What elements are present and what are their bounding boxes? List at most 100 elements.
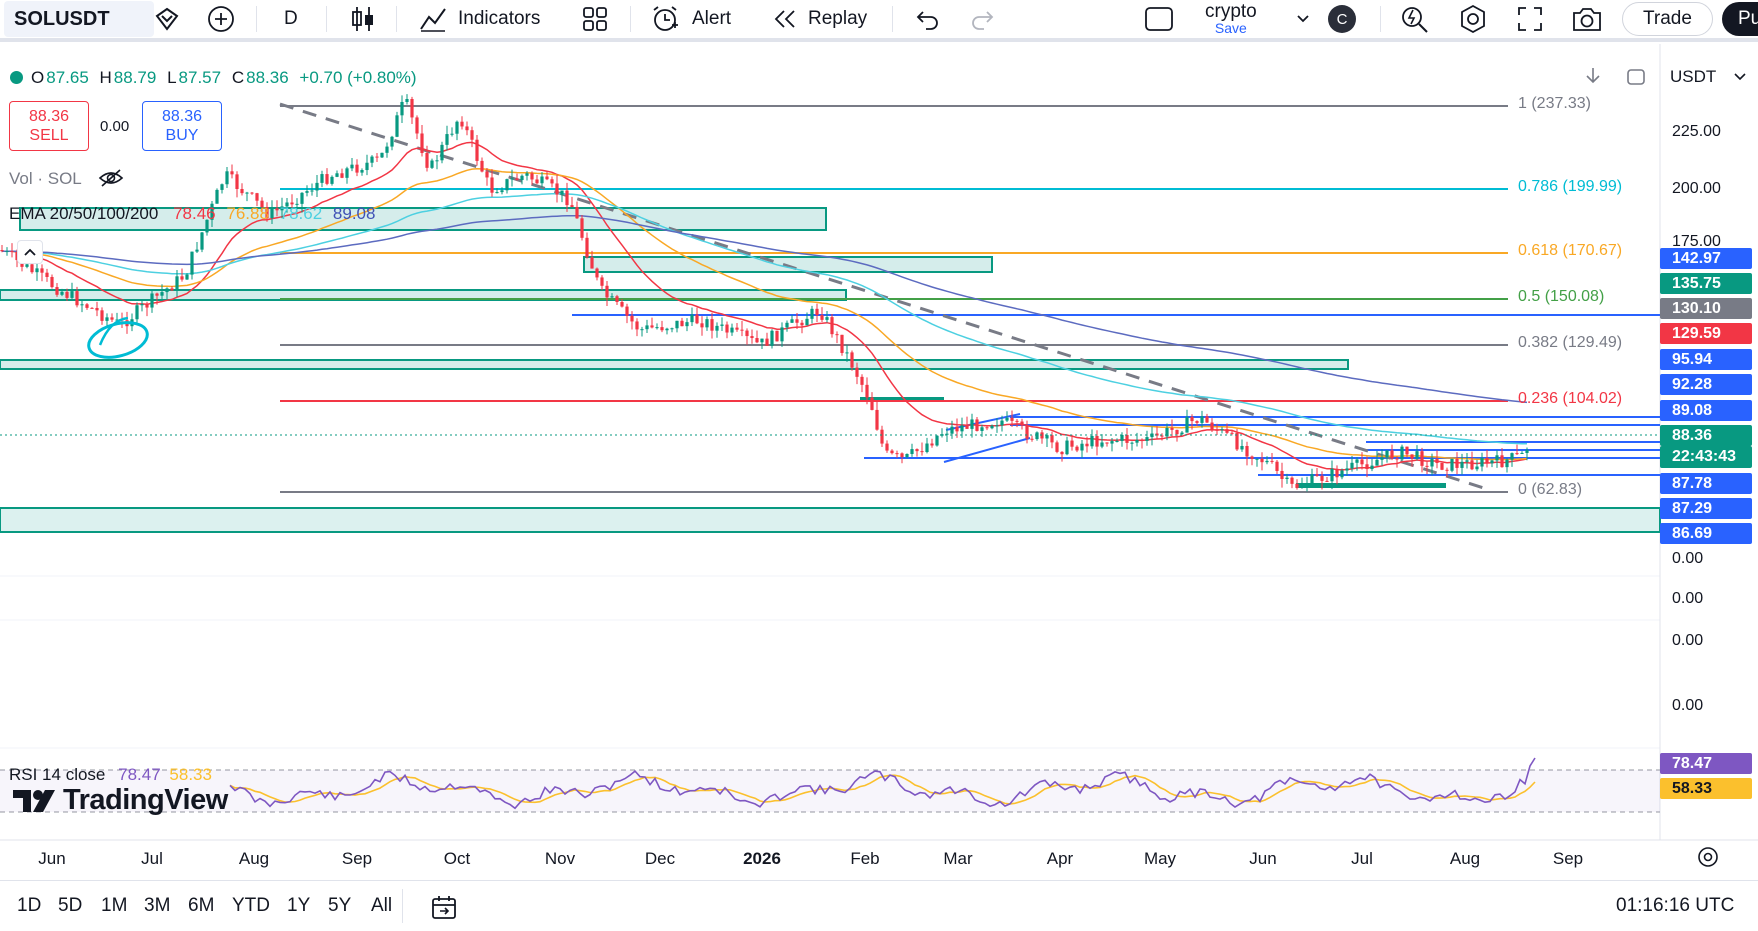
redo-icon[interactable] xyxy=(970,0,996,38)
templates-icon[interactable] xyxy=(582,0,608,38)
currency-chevron-down-icon xyxy=(1734,73,1746,81)
range-button-6m[interactable]: 6M xyxy=(188,895,214,917)
bar-countdown-label: 22:43:43 xyxy=(1660,446,1752,468)
price-axis-label: 129.59 xyxy=(1660,323,1752,344)
time-tick: Apr xyxy=(1047,849,1074,868)
range-button-1m[interactable]: 1M xyxy=(101,895,127,917)
time-tick: Jul xyxy=(141,849,163,868)
fib-level-label: 0.382 (129.49) xyxy=(1518,334,1623,351)
layout-name-button[interactable]: crypto Save xyxy=(1205,1,1257,39)
quick-search-lightning-icon[interactable] xyxy=(1400,0,1430,38)
publish-button[interactable]: Pu xyxy=(1722,2,1758,36)
sell-button[interactable]: 88.36 SELL xyxy=(9,101,89,151)
time-tick: Aug xyxy=(239,849,269,868)
rsi-axis-label: 58.33 xyxy=(1660,778,1752,799)
reset-chart-icon[interactable] xyxy=(1626,68,1646,91)
interval-button[interactable]: D xyxy=(284,0,298,38)
time-tick: Nov xyxy=(545,849,576,868)
time-tick: Feb xyxy=(850,849,879,868)
symbol-search-button[interactable]: SOLUSDT xyxy=(4,1,154,37)
indicator-tick: 0.00 xyxy=(1672,590,1704,607)
fib-level-label: 0 (62.83) xyxy=(1518,481,1583,498)
volume-legend[interactable]: Vol · SOL xyxy=(9,168,124,193)
price-axis-label: 95.94 xyxy=(1660,349,1752,370)
range-button-all[interactable]: All xyxy=(371,895,392,917)
rsi-pane xyxy=(0,757,1660,813)
zone-4 xyxy=(0,359,1349,370)
rsi-axis-label: 78.47 xyxy=(1660,753,1752,774)
bottom-toolbar: 1D 5D 1M 3M 6M YTD 1Y 5Y All 01:16:16 UTC xyxy=(0,880,1758,931)
price-axis-label: 92.28 xyxy=(1660,374,1752,395)
price-axis-label: 142.97 xyxy=(1660,248,1752,269)
top-toolbar: SOLUSDT D Indicators Alert Replay crypto xyxy=(0,0,1758,42)
fib-level-label: 1 (237.33) xyxy=(1518,95,1591,112)
range-button-1y[interactable]: 1Y xyxy=(287,895,310,917)
utc-clock[interactable]: 01:16:16 UTC xyxy=(1616,895,1734,917)
layout-menu-chevron-down-icon[interactable] xyxy=(1296,0,1310,38)
add-symbol-icon[interactable] xyxy=(206,0,236,38)
fullscreen-icon[interactable] xyxy=(1516,0,1544,38)
price-axis-label: 88.36 xyxy=(1660,425,1752,446)
time-tick: Jun xyxy=(38,849,65,868)
eye-hidden-icon[interactable] xyxy=(98,168,124,193)
indicator-tick: 0.00 xyxy=(1672,632,1704,649)
range-button-ytd[interactable]: YTD xyxy=(232,895,270,917)
collapse-legend-chevron-up-icon[interactable] xyxy=(17,240,43,264)
market-status-dot-icon xyxy=(10,71,23,84)
price-axis-label: 86.69 xyxy=(1660,523,1752,544)
range-button-3m[interactable]: 3M xyxy=(144,895,170,917)
price-axis-label: 89.08 xyxy=(1660,400,1752,421)
compare-symbol-icon[interactable] xyxy=(153,0,181,38)
layout-square-icon[interactable] xyxy=(1144,0,1174,38)
price-axis-label: 87.29 xyxy=(1660,498,1752,519)
range-button-1d[interactable]: 1D xyxy=(17,895,41,917)
price-axis-label: 135.75 xyxy=(1660,273,1752,294)
alert-button[interactable]: Alert xyxy=(650,0,731,38)
ema-legend[interactable]: EMA 20/50/100/200 78.46 76.88 78.62 89.0… xyxy=(9,204,375,224)
symbol-name: SOLUSDT xyxy=(14,7,110,30)
buy-button[interactable]: 88.36 BUY xyxy=(142,101,222,151)
chart-type-candles-icon[interactable] xyxy=(350,0,376,38)
fib-level-label: 0.786 (199.99) xyxy=(1518,178,1623,195)
price-chart[interactable]: Jun Jul Aug Sep Oct Nov Dec 2026 Feb Mar Apr May Jun… xyxy=(0,44,1758,880)
time-tick: Oct xyxy=(444,849,471,868)
snapshot-camera-icon[interactable] xyxy=(1571,0,1603,38)
indicators-button[interactable]: Indicators xyxy=(418,0,540,38)
replay-icon xyxy=(774,10,795,28)
currency-select[interactable]: USDT xyxy=(1660,62,1752,92)
zone-6 xyxy=(1296,483,1446,488)
price-axis-label: 130.10 xyxy=(1660,298,1752,319)
ema-lines xyxy=(2,141,1528,471)
undo-icon[interactable] xyxy=(914,0,940,38)
time-tick: Sep xyxy=(342,849,372,868)
zone-7 xyxy=(0,507,1661,533)
price-tick: 200.00 xyxy=(1672,180,1721,197)
range-button-5y[interactable]: 5Y xyxy=(328,895,351,917)
tradingview-logo-icon xyxy=(13,789,55,812)
time-tick: Sep xyxy=(1553,849,1583,868)
ohlc-legend: O 87.65 H 88.79 L 87.57 C 88.36 +0.70 (+0.80… xyxy=(10,68,419,88)
price-tick: 225.00 xyxy=(1672,123,1721,140)
ellipse-annotation[interactable] xyxy=(85,317,151,363)
replay-button[interactable]: Replay xyxy=(772,0,867,38)
user-avatar[interactable]: C xyxy=(1328,0,1356,38)
range-button-5d[interactable]: 5D xyxy=(58,895,82,917)
date-range-calendar-icon[interactable] xyxy=(430,893,458,926)
price-axis-label: 87.78 xyxy=(1660,473,1752,494)
time-axis[interactable]: Jun Jul Aug Sep Oct Nov Dec 2026 Feb Mar Apr May Jun… xyxy=(38,849,1583,868)
indicator-tick: 0.00 xyxy=(1672,697,1704,714)
spread-value: 0.00 xyxy=(100,118,130,135)
time-tick: Jun xyxy=(1249,849,1276,868)
time-tick: Aug xyxy=(1450,849,1480,868)
axis-settings-gear-icon[interactable] xyxy=(1696,845,1720,874)
indicators-icon xyxy=(420,8,446,32)
rsi-legend[interactable]: RSI 14 close 78.47 58.33 xyxy=(9,765,212,785)
fib-level-label: 0.5 (150.08) xyxy=(1518,288,1605,305)
time-tick: 2026 xyxy=(743,849,781,868)
trade-button[interactable]: Trade xyxy=(1622,2,1713,36)
time-tick: Jul xyxy=(1351,849,1373,868)
settings-gear-icon[interactable] xyxy=(1458,0,1488,38)
time-tick: May xyxy=(1144,849,1177,868)
alarm-clock-icon xyxy=(653,6,678,31)
scroll-to-latest-arrow-down-icon[interactable] xyxy=(1584,66,1602,91)
